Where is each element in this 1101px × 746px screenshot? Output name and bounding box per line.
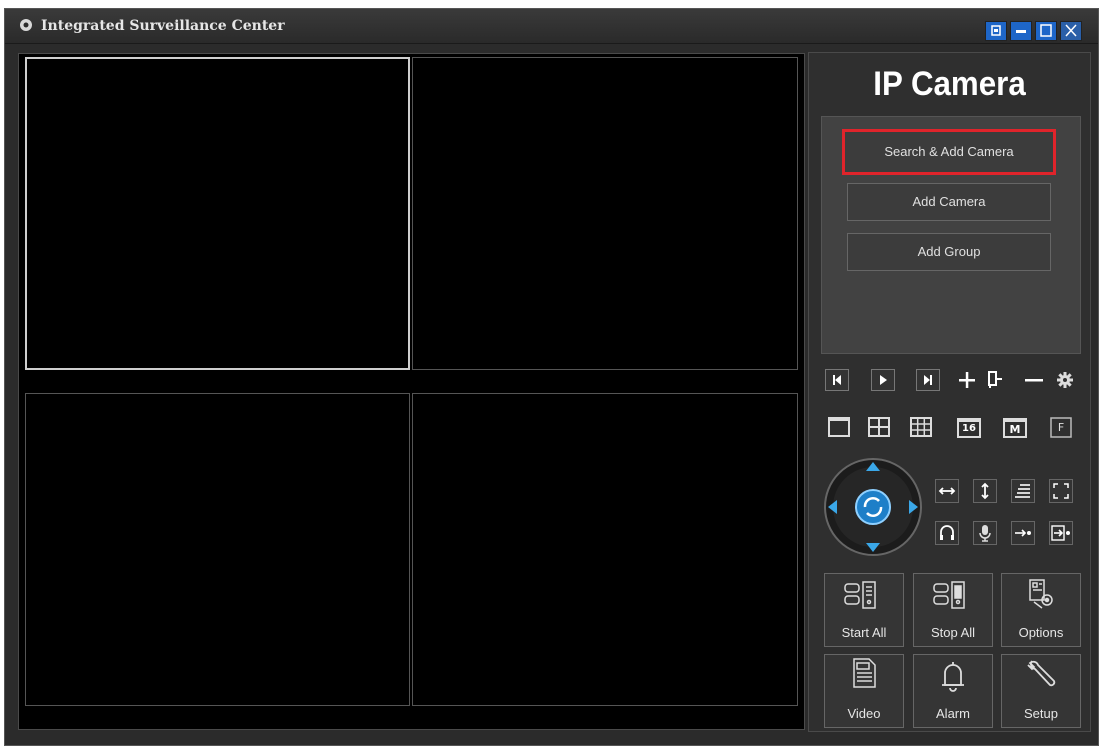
video-cell-4[interactable] xyxy=(412,393,798,706)
layout-16-button[interactable]: 16 xyxy=(957,415,981,439)
plus-icon xyxy=(959,372,975,388)
align-button[interactable] xyxy=(1011,479,1035,503)
status-bar xyxy=(18,733,1090,743)
first-icon xyxy=(833,375,841,385)
audio-button[interactable] xyxy=(935,521,959,545)
video-button[interactable]: Video xyxy=(824,654,904,728)
search-add-camera-button[interactable]: Search & Add Camera xyxy=(842,129,1056,175)
arrow-dot-icon xyxy=(1015,529,1031,537)
stop-all-label: Stop All xyxy=(930,625,976,640)
headphones-icon xyxy=(940,525,954,540)
flip-horizontal-button[interactable] xyxy=(935,479,959,503)
arrows-horizontal-icon xyxy=(938,487,956,495)
fullscreen-f-label: F xyxy=(1057,421,1065,434)
camera-actions: Search & Add Camera Add Camera Add Group xyxy=(821,116,1081,354)
video-cell-2[interactable] xyxy=(412,57,798,370)
align-lines-icon xyxy=(1015,484,1030,498)
control-panel: IP Camera Search & Add Camera Add Camera… xyxy=(808,52,1091,732)
start-all-button[interactable]: Start All xyxy=(824,573,904,647)
ptz-control[interactable] xyxy=(823,457,923,557)
minimize-button[interactable] xyxy=(1010,21,1032,41)
alarm-button[interactable]: Alarm xyxy=(913,654,993,728)
output-button[interactable] xyxy=(1011,521,1035,545)
talk-button[interactable] xyxy=(973,521,997,545)
play-button[interactable] xyxy=(871,369,895,391)
layout-1-icon[interactable] xyxy=(827,415,851,439)
window-title: Integrated Surveillance Center xyxy=(41,18,285,34)
minus-icon xyxy=(1025,379,1043,382)
restore-icon xyxy=(991,25,1001,36)
brand-title: IP Camera xyxy=(873,65,1026,103)
microphone-icon xyxy=(979,525,991,542)
maximize-button[interactable] xyxy=(1035,21,1057,41)
video-label: Video xyxy=(847,706,881,721)
close-icon xyxy=(1065,24,1077,37)
layout-9-icon[interactable] xyxy=(909,415,933,439)
top-strip xyxy=(0,0,1101,8)
video-cell-3[interactable] xyxy=(25,393,410,706)
cameras-start-icon xyxy=(844,581,876,609)
enter-dot-icon xyxy=(1051,525,1070,541)
layout-4-icon[interactable] xyxy=(867,415,891,439)
close-button[interactable] xyxy=(1060,21,1082,41)
app-icon xyxy=(20,19,32,31)
alarm-label: Alarm xyxy=(936,706,970,721)
video-file-icon xyxy=(853,658,876,688)
expand-icon xyxy=(1053,483,1069,499)
setup-label: Setup xyxy=(1024,706,1058,721)
first-button[interactable] xyxy=(825,369,849,391)
settings-button[interactable] xyxy=(1053,369,1077,391)
input-button[interactable] xyxy=(1049,521,1073,545)
arrows-vertical-icon xyxy=(981,482,989,500)
gear-icon xyxy=(1057,372,1073,388)
play-icon xyxy=(880,375,887,385)
wrench-icon xyxy=(1027,660,1056,687)
snapshot-icon xyxy=(988,371,1002,388)
title-bar: Integrated Surveillance Center xyxy=(5,9,1098,44)
remove-button[interactable] xyxy=(1022,369,1046,391)
video-grid xyxy=(18,53,805,730)
video-cell-1[interactable] xyxy=(25,57,410,370)
flip-vertical-button[interactable] xyxy=(973,479,997,503)
expand-button[interactable] xyxy=(1049,479,1073,503)
add-group-button[interactable]: Add Group xyxy=(847,233,1051,271)
minimize-icon xyxy=(1016,30,1026,33)
options-button[interactable]: Options xyxy=(1001,573,1081,647)
last-button[interactable] xyxy=(916,369,940,391)
layout-m-label: M xyxy=(1009,423,1021,436)
bell-icon xyxy=(942,662,964,692)
stop-all-button[interactable]: Stop All xyxy=(913,573,993,647)
cameras-stop-icon xyxy=(933,581,965,609)
add-camera-button[interactable]: Add Camera xyxy=(847,183,1051,221)
layout-16-label: 16 xyxy=(962,423,976,434)
last-icon xyxy=(924,375,932,385)
app-window: Integrated Surveillance Center IP Camera… xyxy=(4,8,1099,746)
snapshot-button[interactable] xyxy=(983,369,1007,391)
options-icon xyxy=(1029,579,1053,609)
start-all-label: Start All xyxy=(841,625,887,640)
maximize-icon xyxy=(1040,24,1052,37)
layout-m-button[interactable]: M xyxy=(1003,415,1027,439)
setup-button[interactable]: Setup xyxy=(1001,654,1081,728)
fullscreen-f-button[interactable]: F xyxy=(1049,415,1073,439)
restore-button[interactable] xyxy=(985,21,1007,41)
options-label: Options xyxy=(1018,625,1064,640)
add-button[interactable] xyxy=(955,369,979,391)
